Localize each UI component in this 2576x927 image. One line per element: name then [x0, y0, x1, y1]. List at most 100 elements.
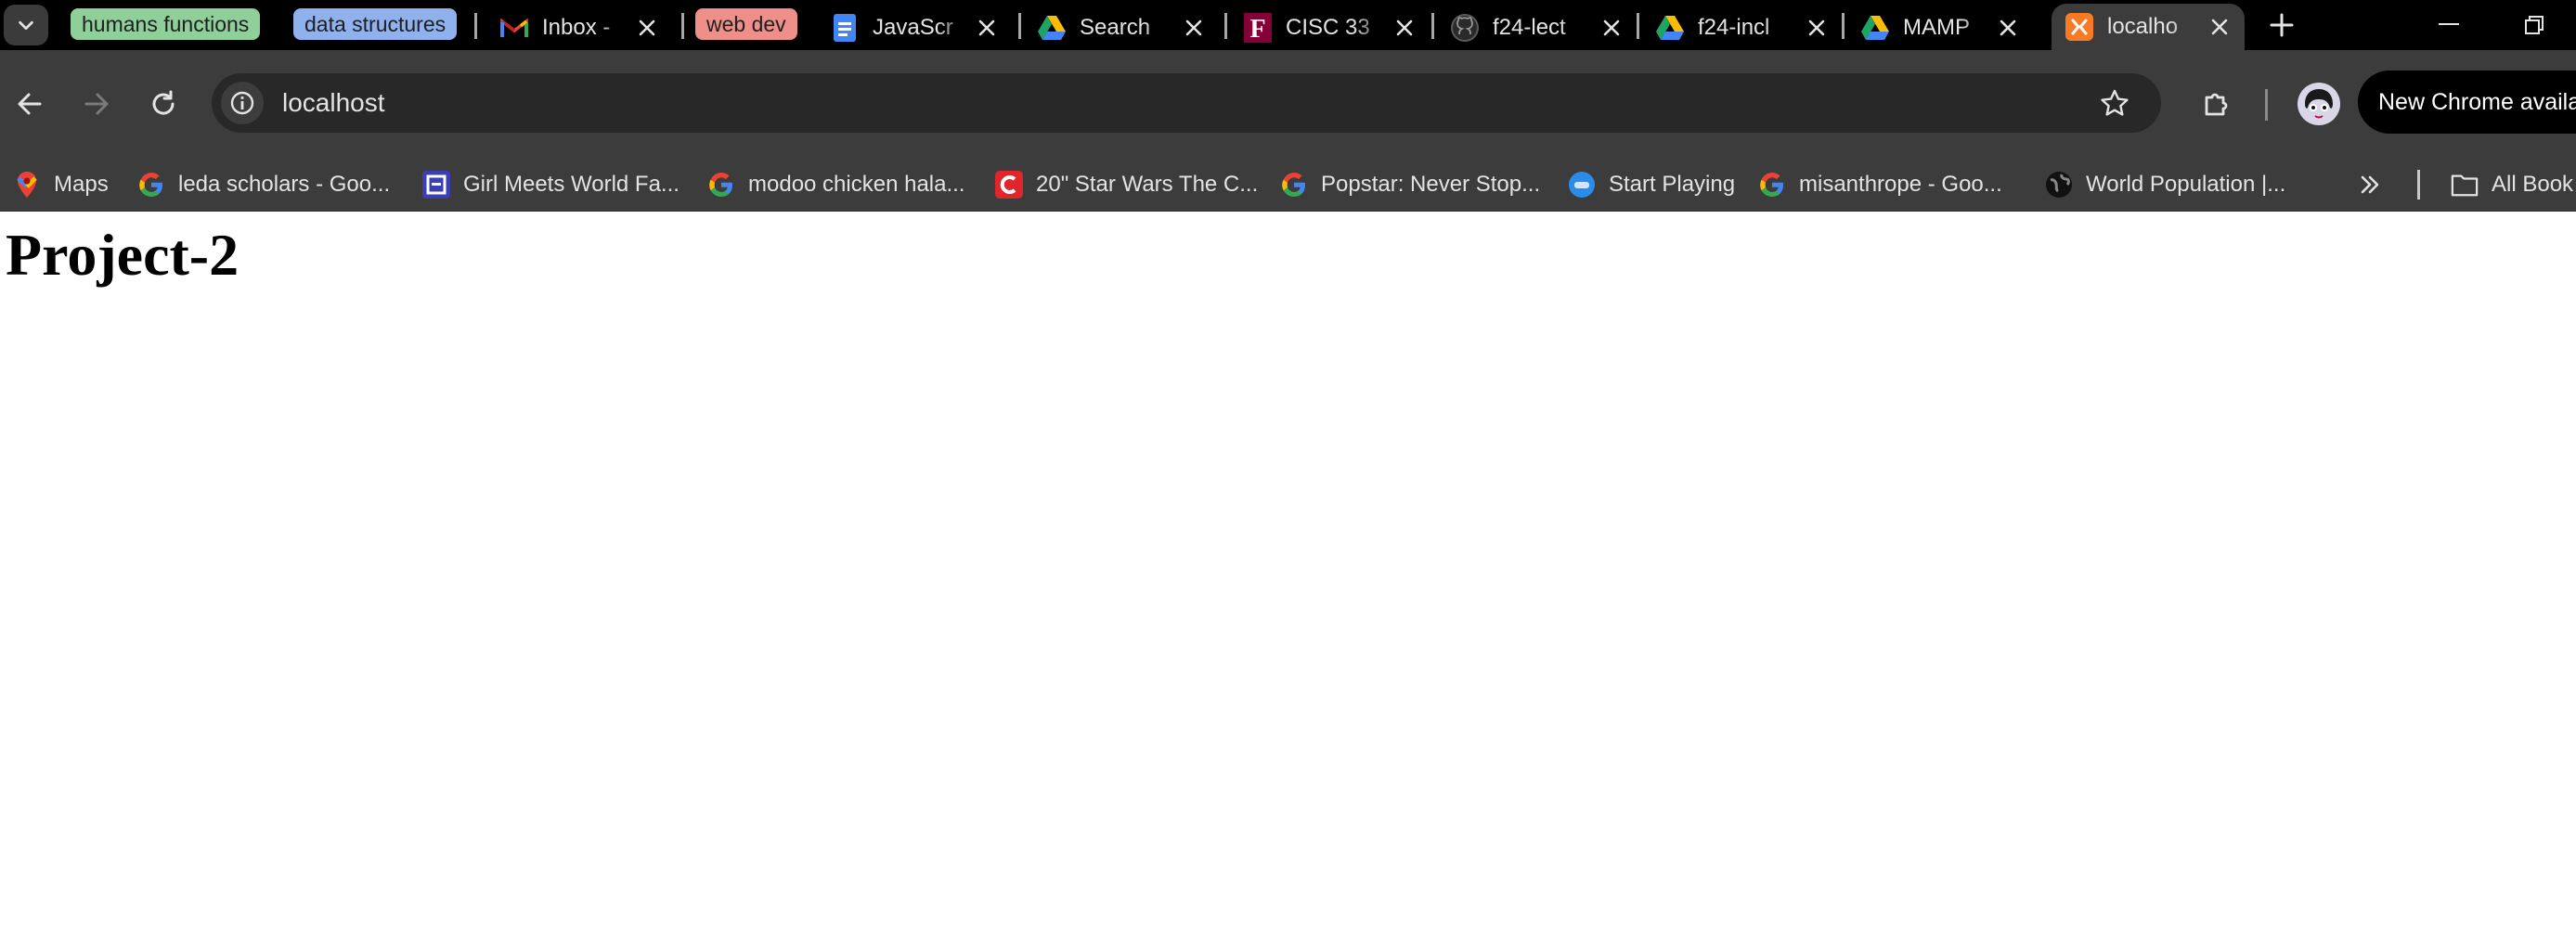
profile-avatar[interactable] — [2290, 75, 2348, 133]
google-drive-icon — [1037, 13, 1067, 43]
google-icon — [1758, 171, 1786, 199]
tab-localhost[interactable]: localho — [2052, 4, 2245, 50]
google-icon — [707, 171, 735, 199]
all-bookmarks-button[interactable]: All Book — [2451, 168, 2573, 201]
tab-inbox[interactable]: Inbox - — [486, 6, 672, 50]
game-icon — [1568, 171, 1596, 199]
tab-separator — [474, 13, 477, 39]
svg-text:F: F — [1249, 15, 1265, 43]
double-chevron-right-icon — [2361, 175, 2379, 194]
bookmark-label: modoo chicken hala... — [748, 172, 965, 197]
tab-separator — [681, 13, 684, 39]
bookmark-label: Start Playing — [1609, 172, 1736, 197]
google-drive-icon — [1860, 13, 1890, 43]
minimize-icon — [2439, 23, 2459, 25]
tab-title: localho — [2107, 14, 2179, 39]
tab-search[interactable]: Search — [1024, 6, 1219, 50]
close-icon[interactable] — [1992, 12, 2024, 44]
bookmark-girl-meets-world[interactable]: Girl Meets World Fa... — [422, 168, 680, 201]
bookmark-label: Popstar: Never Stop... — [1321, 172, 1541, 197]
bookmarks-bar: Maps leda scholars - Goo... Girl Meets W… — [0, 159, 2576, 212]
close-icon[interactable] — [2204, 11, 2235, 43]
tab-title: JavaScr — [873, 15, 953, 40]
tab-strip: humans functions data structures Inbox -… — [0, 0, 2576, 50]
plus-icon — [2270, 13, 2294, 37]
browser-toolbar: localhost New Chrome availab — [0, 50, 2576, 159]
tab-f24-lect[interactable]: f24-lect — [1437, 6, 1637, 50]
tab-title: Search — [1080, 15, 1151, 40]
gmail-icon — [499, 13, 529, 43]
globe-icon — [2045, 171, 2073, 199]
tab-javascript[interactable]: JavaScr — [817, 6, 1012, 50]
tab-mamp[interactable]: MAMP — [1847, 6, 2033, 50]
tab-title: CISC 33 — [1286, 15, 1370, 40]
address-bar[interactable]: localhost — [212, 73, 2161, 133]
restore-button[interactable] — [2499, 0, 2570, 50]
page-content: Project-2 — [0, 212, 2576, 927]
bookmark-star-wars[interactable]: 20" Star Wars The C... — [995, 168, 1258, 201]
close-icon[interactable] — [1596, 12, 1627, 44]
tab-title: MAMP — [1903, 15, 1970, 40]
bookmarks-divider — [2417, 170, 2420, 200]
tab-group-data-structures[interactable]: data structures — [293, 8, 458, 40]
tab-cisc[interactable]: F CISC 33 — [1230, 6, 1430, 50]
bookmark-label: Girl Meets World Fa... — [463, 172, 680, 197]
bookmark-modoo-chicken[interactable]: modoo chicken hala... — [707, 168, 964, 201]
bookmark-label: World Population |... — [2086, 172, 2286, 197]
google-drive-icon — [1655, 13, 1685, 43]
chrome-update-chip[interactable]: New Chrome availab — [2358, 71, 2576, 134]
bookmark-label: leda scholars - Goo... — [178, 172, 391, 197]
arrow-left-icon — [18, 93, 42, 115]
tab-separator — [1018, 13, 1021, 39]
github-icon — [1450, 13, 1480, 43]
arrow-right-icon — [84, 93, 109, 115]
site-info-icon[interactable] — [221, 82, 264, 124]
tab-title: Inbox - — [542, 15, 611, 40]
tab-f24-incl[interactable]: f24-incl — [1642, 6, 1842, 50]
bookmark-world-population[interactable]: World Population |... — [2045, 168, 2285, 201]
tab-search-button[interactable] — [4, 5, 48, 45]
page-title: Project-2 — [6, 222, 239, 288]
fandom-icon — [422, 171, 450, 199]
tab-separator — [1431, 13, 1434, 39]
close-icon[interactable] — [1801, 12, 1832, 44]
forward-button[interactable] — [71, 78, 123, 130]
google-icon — [137, 171, 165, 199]
bookmark-label: 20" Star Wars The C... — [1036, 172, 1259, 197]
extensions-button[interactable] — [2191, 78, 2243, 130]
comicvine-icon — [995, 171, 1023, 199]
minimize-button[interactable] — [2414, 0, 2484, 50]
close-icon[interactable] — [1389, 12, 1420, 44]
toolbar-divider — [2265, 89, 2268, 121]
folder-icon — [2451, 171, 2479, 199]
close-icon[interactable] — [971, 12, 1003, 44]
new-tab-button[interactable] — [2246, 0, 2317, 50]
bookmark-misanthrope[interactable]: misanthrope - Goo... — [1758, 168, 2002, 201]
avatar-icon — [2298, 83, 2340, 125]
chevron-down-icon — [19, 20, 33, 31]
close-icon[interactable] — [1178, 12, 1210, 44]
tab-group-humans-functions[interactable]: humans functions — [71, 8, 261, 40]
reload-icon — [152, 90, 175, 115]
back-button[interactable] — [4, 78, 56, 130]
bookmark-popstar[interactable]: Popstar: Never Stop... — [1280, 168, 1540, 201]
url-text[interactable]: localhost — [282, 88, 385, 118]
tab-separator — [1224, 13, 1227, 39]
close-icon[interactable] — [631, 12, 663, 44]
tab-separator — [1637, 13, 1639, 39]
tab-group-web-dev[interactable]: web dev — [695, 8, 797, 40]
bookmark-leda-scholars[interactable]: leda scholars - Goo... — [137, 168, 390, 201]
google-icon — [1280, 171, 1308, 199]
more-bookmarks-button[interactable] — [2358, 168, 2382, 201]
google-maps-icon — [13, 171, 41, 199]
tab-title: f24-lect — [1493, 15, 1566, 40]
tab-title: f24-incl — [1698, 15, 1770, 40]
bookmark-start-playing[interactable]: Start Playing — [1568, 168, 1735, 201]
xampp-icon — [2065, 12, 2094, 42]
fordham-icon: F — [1243, 13, 1273, 43]
bookmark-maps[interactable]: Maps — [13, 168, 109, 201]
bookmark-star-icon[interactable] — [2098, 86, 2131, 120]
puzzle-icon — [2205, 93, 2228, 116]
bookmark-label: Maps — [54, 172, 109, 197]
reload-button[interactable] — [137, 78, 189, 130]
